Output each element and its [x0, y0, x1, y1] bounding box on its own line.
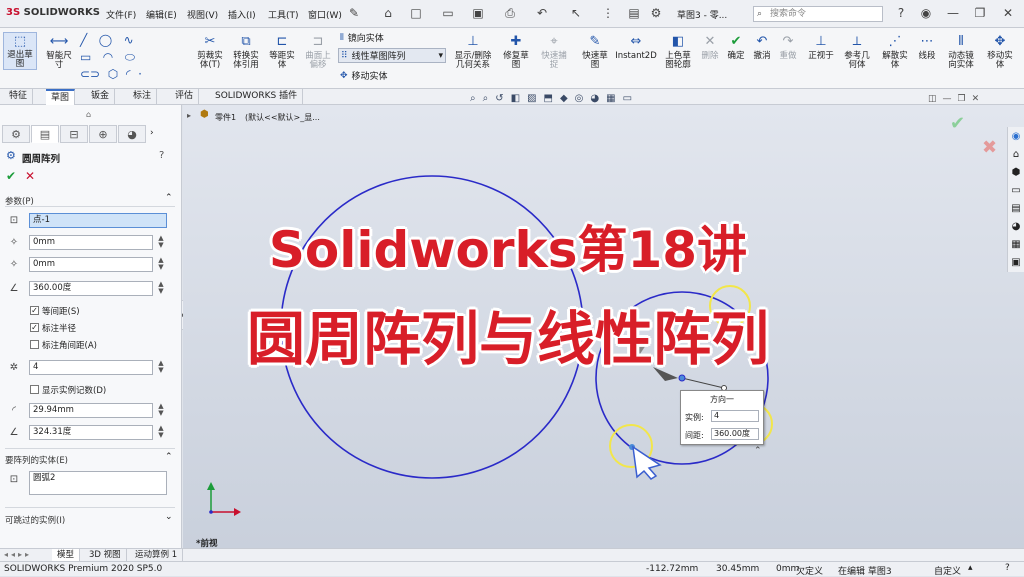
popup-title: 方向一: [710, 395, 734, 404]
status-help-icon[interactable]: ?: [1005, 563, 1010, 573]
video-title-line1: Solidworks第18讲: [268, 221, 748, 279]
popup-instances-label: 实例:: [685, 413, 704, 422]
units-selector[interactable]: 自定义: [934, 564, 961, 577]
edit-status: 在编辑 草图3: [838, 567, 892, 577]
sketch-geometry: [207, 175, 773, 516]
status-bar: SOLIDWORKS Premium 2020 SP5.0 -112.72mm …: [0, 561, 1024, 577]
popup-instances-field[interactable]: 4: [711, 410, 759, 422]
product-version: SOLIDWORKS Premium 2020 SP5.0: [4, 564, 163, 574]
triad-y-arrow-icon: [207, 482, 215, 490]
cursor-y-readout: 30.45mm: [716, 564, 760, 574]
units-dropdown-arrow-icon[interactable]: ▴: [968, 563, 973, 573]
cursor-x-readout: -112.72mm: [646, 564, 699, 574]
pattern-direction-line: [681, 377, 725, 389]
popup-spacing-label: 间距:: [685, 431, 704, 440]
video-title-line2: 圆周阵列与线性阵列: [246, 305, 769, 373]
triad-origin: [209, 510, 213, 514]
popup-collapse-chevron-icon[interactable]: ⌃: [754, 446, 762, 456]
sketch-status: 欠定义: [796, 567, 824, 577]
popup-spacing-field[interactable]: 360.00度: [711, 428, 759, 440]
pattern-direction-popup: 方向一 实例: 4 间距: 360.00度: [680, 390, 764, 445]
triad-x-arrow-icon: [234, 508, 241, 516]
model-tabs-bar: ◂◂▸▸ 模型 3D 视图 运动算例 1: [0, 548, 1024, 562]
mouse-cursor-icon: [632, 445, 662, 480]
tab-scroll-arrows-icon[interactable]: ◂◂▸▸: [4, 550, 32, 559]
